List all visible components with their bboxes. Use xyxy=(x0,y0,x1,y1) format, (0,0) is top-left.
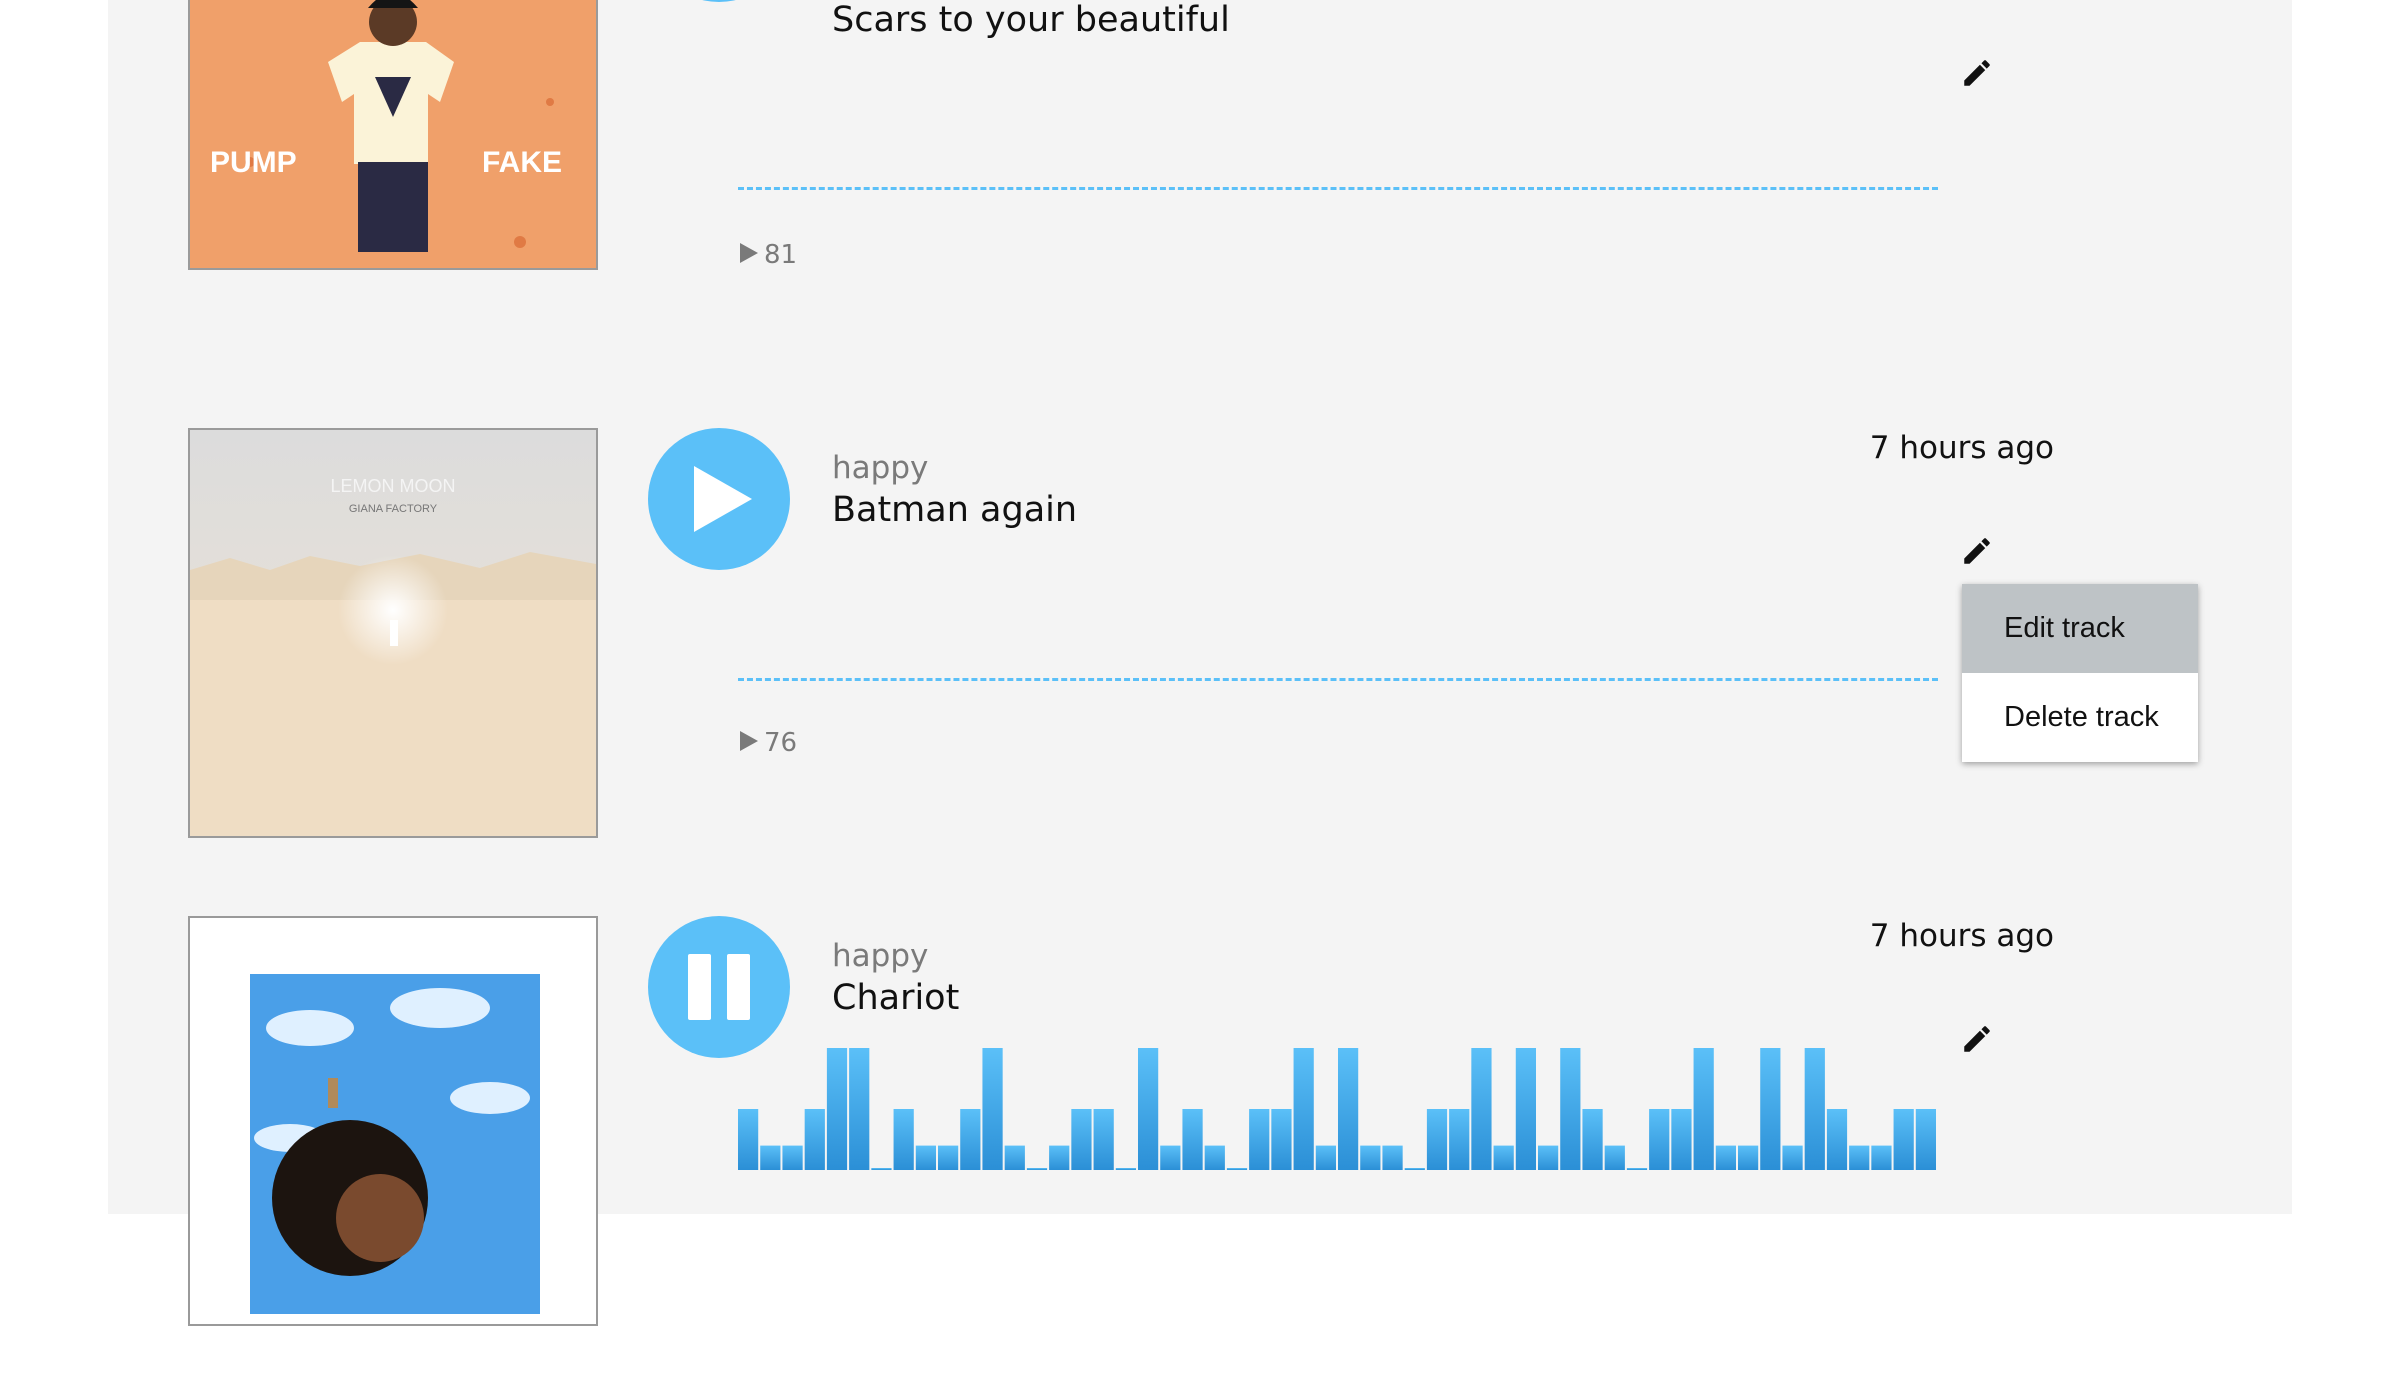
waveform-bar[interactable] xyxy=(1493,1145,1514,1170)
waveform-bar[interactable] xyxy=(804,1109,825,1170)
track-title[interactable]: Chariot xyxy=(832,978,959,1018)
waveform-bar[interactable] xyxy=(1404,1168,1425,1170)
play-count: 76 xyxy=(738,728,797,760)
album-cover[interactable]: LEMON MOON GIANA FACTORY xyxy=(188,428,598,838)
waveform-bar[interactable] xyxy=(1871,1145,1892,1170)
svg-text:LEMON MOON: LEMON MOON xyxy=(330,476,455,496)
waveform-bar[interactable] xyxy=(1315,1145,1336,1170)
edit-pencil-icon[interactable] xyxy=(1960,1022,1994,1056)
waveform-bar[interactable] xyxy=(1182,1109,1203,1170)
album-art-image: LEMON MOON GIANA FACTORY xyxy=(190,430,596,836)
waveform-bar[interactable] xyxy=(1560,1048,1581,1170)
waveform-bar[interactable] xyxy=(1382,1145,1403,1170)
pause-button[interactable] xyxy=(648,916,790,1058)
menu-item-delete-track[interactable]: Delete track xyxy=(1962,673,2198,762)
waveform-bar[interactable] xyxy=(1538,1145,1559,1170)
waveform-bar[interactable] xyxy=(982,1048,1003,1170)
waveform-bar[interactable] xyxy=(1782,1145,1803,1170)
play-button[interactable] xyxy=(648,428,790,570)
track-title[interactable]: Batman again xyxy=(832,490,1077,530)
waveform-placeholder[interactable] xyxy=(738,678,1938,681)
waveform-bar[interactable] xyxy=(1449,1109,1470,1170)
waveform-bar[interactable] xyxy=(1826,1109,1848,1170)
album-art-image: PUMP FAKE xyxy=(190,0,596,268)
waveform-bar[interactable] xyxy=(893,1109,914,1170)
waveform-bar[interactable] xyxy=(1138,1048,1159,1170)
play-button[interactable] xyxy=(648,0,790,2)
track-timestamp: 7 hours ago xyxy=(1869,430,2054,466)
play-count-icon xyxy=(738,729,760,760)
track-item: PUMP FAKE Scars to your beautiful 81 xyxy=(108,0,2292,340)
svg-text:PUMP: PUMP xyxy=(210,146,297,179)
track-options-menu: Edit track Delete track xyxy=(1962,584,2198,762)
waveform-bar[interactable] xyxy=(782,1145,803,1170)
edit-pencil-icon[interactable] xyxy=(1960,534,1994,568)
waveform-bar[interactable] xyxy=(760,1145,781,1170)
waveform-bar[interactable] xyxy=(849,1048,870,1170)
waveform-bar[interactable] xyxy=(871,1168,892,1170)
track-list: PUMP FAKE Scars to your beautiful 81 LEM… xyxy=(108,0,2292,1326)
waveform-bar[interactable] xyxy=(1004,1145,1025,1170)
waveform-bar[interactable] xyxy=(1604,1145,1625,1170)
waveform-bar[interactable] xyxy=(1071,1109,1092,1170)
waveform-bar[interactable] xyxy=(1582,1109,1603,1170)
play-count-icon xyxy=(738,241,760,272)
svg-text:FAKE: FAKE xyxy=(482,146,562,179)
waveform[interactable] xyxy=(738,1048,1938,1170)
track-timestamp: 7 hours ago xyxy=(1869,918,2054,954)
waveform-bar[interactable] xyxy=(1426,1109,1448,1170)
waveform-bar[interactable] xyxy=(960,1109,981,1170)
waveform-bar[interactable] xyxy=(1649,1109,1670,1170)
waveform-bar[interactable] xyxy=(1093,1109,1114,1170)
waveform-bar[interactable] xyxy=(1626,1168,1648,1170)
waveform-bar[interactable] xyxy=(1738,1145,1759,1170)
waveform-bar[interactable] xyxy=(1804,1048,1825,1170)
album-cover[interactable]: PUMP FAKE xyxy=(188,0,598,270)
waveform-bar[interactable] xyxy=(1115,1168,1136,1170)
play-count: 81 xyxy=(738,240,797,272)
waveform-bar[interactable] xyxy=(826,1048,848,1170)
waveform-bar[interactable] xyxy=(1338,1048,1359,1170)
waveform-bar[interactable] xyxy=(1915,1109,1936,1170)
waveform-bar[interactable] xyxy=(1849,1145,1870,1170)
waveform-bar[interactable] xyxy=(1893,1109,1914,1170)
waveform-placeholder[interactable] xyxy=(738,187,1938,190)
album-art-image xyxy=(190,918,596,1324)
track-genre[interactable]: happy xyxy=(832,938,928,974)
waveform-bar[interactable] xyxy=(1160,1145,1181,1170)
waveform-bar[interactable] xyxy=(1515,1048,1536,1170)
menu-item-edit-track[interactable]: Edit track xyxy=(1962,584,2198,673)
pause-icon xyxy=(688,954,750,1020)
waveform-bar[interactable] xyxy=(1049,1145,1070,1170)
waveform-bar[interactable] xyxy=(1271,1109,1292,1170)
edit-pencil-icon[interactable] xyxy=(1960,56,1994,90)
waveform-bar[interactable] xyxy=(1204,1145,1225,1170)
svg-text:GIANA FACTORY: GIANA FACTORY xyxy=(349,503,438,515)
waveform-bar[interactable] xyxy=(1249,1109,1270,1170)
waveform-bar[interactable] xyxy=(1671,1109,1692,1170)
waveform-bar[interactable] xyxy=(1226,1168,1248,1170)
album-cover[interactable] xyxy=(188,916,598,1326)
waveform-bar[interactable] xyxy=(738,1109,759,1170)
waveform-bar[interactable] xyxy=(1693,1048,1714,1170)
waveform-bar[interactable] xyxy=(1360,1145,1381,1170)
track-genre[interactable]: happy xyxy=(832,450,928,486)
track-title[interactable]: Scars to your beautiful xyxy=(832,0,1230,40)
waveform-bar[interactable] xyxy=(1293,1048,1314,1170)
play-icon xyxy=(648,0,790,2)
waveform-bar[interactable] xyxy=(1760,1048,1781,1170)
waveform-bar[interactable] xyxy=(938,1145,959,1170)
waveform-bar[interactable] xyxy=(1026,1168,1048,1170)
play-icon xyxy=(694,466,752,532)
waveform-bar[interactable] xyxy=(1715,1145,1736,1170)
waveform-bar[interactable] xyxy=(915,1145,936,1170)
waveform-bar[interactable] xyxy=(1471,1048,1492,1170)
